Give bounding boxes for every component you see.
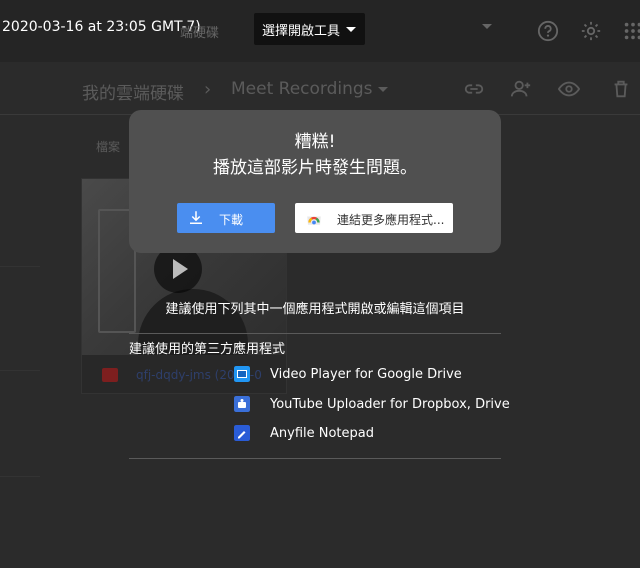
open-with-label: 選擇開啟工具 <box>262 23 341 39</box>
suggested-app-video-player[interactable]: Video Player for Google Drive <box>234 364 462 384</box>
gear-icon[interactable] <box>580 20 602 42</box>
help-icon[interactable] <box>537 20 559 42</box>
suggested-app-anyfile-notepad[interactable]: Anyfile Notepad <box>234 423 374 443</box>
chevron-down-icon[interactable] <box>378 87 388 92</box>
download-label: 下載 <box>219 213 244 227</box>
breadcrumb-root[interactable]: 我的雲端硬碟 <box>82 79 184 104</box>
video-player-icon <box>234 366 250 382</box>
video-file-icon <box>102 368 118 382</box>
suggestions-heading: 建議使用下列其中一個應用程式開啟或編輯這個項目 <box>165 302 465 317</box>
app-name: YouTube Uploader for Dropbox, Drive <box>270 396 510 412</box>
error-message: 播放這部影片時發生問題。 <box>213 158 417 178</box>
app-name: Anyfile Notepad <box>270 425 374 441</box>
error-dialog: 糟糕! 播放這部影片時發生問題。 下載 連結更多應用程式... <box>129 110 501 253</box>
link-icon[interactable] <box>463 78 485 100</box>
connect-more-apps-button[interactable]: 連結更多應用程式... <box>295 203 453 233</box>
file-title: 2020-03-16 at 23:05 GMT-7) <box>2 19 201 35</box>
download-button[interactable]: 下載 <box>177 203 275 233</box>
app-name: Video Player for Google Drive <box>270 366 462 382</box>
chrome-webstore-icon <box>307 216 321 225</box>
youtube-uploader-icon <box>234 396 250 412</box>
third-party-apps-label: 建議使用的第三方應用程式 <box>129 342 286 357</box>
files-section-label: 檔案 <box>96 140 121 154</box>
app-title-behind: 端硬碟 <box>180 26 220 41</box>
apps-grid-icon[interactable] <box>622 20 640 42</box>
suggested-app-youtube-uploader[interactable]: YouTube Uploader for Dropbox, Drive <box>234 394 510 414</box>
error-title: 糟糕! <box>294 132 336 152</box>
divider <box>129 458 501 459</box>
eye-icon[interactable] <box>558 78 580 100</box>
download-icon <box>190 211 202 224</box>
chevron-down-icon <box>482 24 492 29</box>
caret-down-icon <box>346 26 357 32</box>
add-person-icon[interactable] <box>510 78 532 100</box>
trash-icon[interactable] <box>610 78 632 100</box>
divider <box>129 333 501 334</box>
breadcrumb-separator: › <box>204 79 212 100</box>
open-with-button[interactable]: 選擇開啟工具 <box>254 13 365 45</box>
notepad-icon <box>234 425 250 441</box>
connect-label: 連結更多應用程式... <box>337 213 445 227</box>
breadcrumb-current[interactable]: Meet Recordings <box>231 79 373 99</box>
